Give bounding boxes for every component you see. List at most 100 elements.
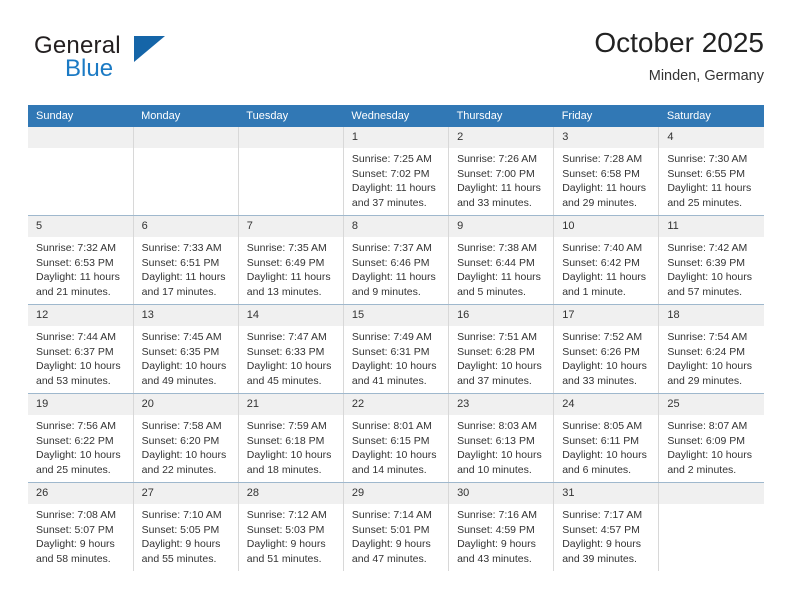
- calendar-day-cell[interactable]: 12 Sunrise: 7:44 AM Sunset: 6:37 PM Dayl…: [28, 304, 134, 394]
- day-number: 27: [133, 483, 238, 504]
- calendar-day-cell[interactable]: 20 Sunrise: 7:58 AM Sunset: 6:20 PM Dayl…: [133, 393, 239, 483]
- calendar-day-cell[interactable]: 8 Sunrise: 7:37 AM Sunset: 6:46 PM Dayli…: [343, 215, 450, 305]
- day-details: Sunrise: 7:33 AM Sunset: 6:51 PM Dayligh…: [134, 237, 238, 299]
- calendar-day-cell[interactable]: 1 Sunrise: 7:25 AM Sunset: 7:02 PM Dayli…: [343, 127, 450, 216]
- sunrise-text: Sunrise: 7:58 AM: [141, 420, 222, 432]
- daylight-text-line2: and 22 minutes.: [141, 463, 217, 476]
- daylight-text-line1: Daylight: 10 hours: [246, 449, 332, 462]
- sunset-text: Sunset: 4:59 PM: [457, 523, 535, 536]
- daylight-text-line2: and 18 minutes.: [246, 463, 322, 476]
- logo-text-blue: Blue: [65, 55, 114, 82]
- sunset-text: Sunset: 6:31 PM: [351, 345, 430, 358]
- daylight-text-line2: and 33 minutes.: [457, 196, 532, 209]
- sunset-text: Sunset: 7:00 PM: [457, 167, 535, 180]
- daylight-text-line1: Daylight: 11 hours: [36, 271, 120, 284]
- day-number: [28, 127, 133, 148]
- calendar-day-cell[interactable]: 10 Sunrise: 7:40 AM Sunset: 6:42 PM Dayl…: [553, 215, 660, 305]
- sunrise-text: Sunrise: 7:32 AM: [36, 242, 116, 254]
- daylight-text-line1: Daylight: 11 hours: [351, 271, 436, 284]
- calendar-day-cell[interactable]: [133, 127, 239, 216]
- day-number: 21: [238, 394, 343, 415]
- sunrise-text: Sunrise: 7:17 AM: [562, 509, 643, 521]
- calendar-day-cell[interactable]: 6 Sunrise: 7:33 AM Sunset: 6:51 PM Dayli…: [133, 215, 239, 305]
- daylight-text-line2: and 10 minutes.: [457, 463, 532, 476]
- daylight-text-line2: and 6 minutes.: [562, 463, 632, 476]
- sunrise-text: Sunrise: 7:12 AM: [246, 509, 327, 521]
- calendar-week-row: 5 Sunrise: 7:32 AM Sunset: 6:53 PM Dayli…: [28, 215, 764, 305]
- calendar-day-cell[interactable]: 16 Sunrise: 7:51 AM Sunset: 6:28 PM Dayl…: [448, 304, 555, 394]
- sunrise-text: Sunrise: 7:56 AM: [36, 420, 116, 432]
- sunset-text: Sunset: 6:44 PM: [457, 256, 535, 269]
- calendar-day-cell[interactable]: 5 Sunrise: 7:32 AM Sunset: 6:53 PM Dayli…: [28, 215, 134, 305]
- daylight-text-line2: and 41 minutes.: [351, 374, 427, 387]
- calendar-day-cell[interactable]: 2 Sunrise: 7:26 AM Sunset: 7:00 PM Dayli…: [448, 127, 555, 216]
- day-number: 14: [238, 305, 343, 326]
- day-number: 15: [343, 305, 449, 326]
- day-number: 28: [238, 483, 343, 504]
- calendar-day-cell[interactable]: 28 Sunrise: 7:12 AM Sunset: 5:03 PM Dayl…: [238, 482, 344, 571]
- calendar-day-cell[interactable]: 18 Sunrise: 7:54 AM Sunset: 6:24 PM Dayl…: [658, 304, 764, 394]
- day-details: Sunrise: 7:44 AM Sunset: 6:37 PM Dayligh…: [28, 326, 133, 388]
- calendar-day-cell[interactable]: 31 Sunrise: 7:17 AM Sunset: 4:57 PM Dayl…: [553, 482, 660, 571]
- day-details: Sunrise: 7:14 AM Sunset: 5:01 PM Dayligh…: [344, 504, 448, 566]
- calendar-day-cell[interactable]: 7 Sunrise: 7:35 AM Sunset: 6:49 PM Dayli…: [238, 215, 344, 305]
- day-number: 23: [449, 394, 554, 415]
- calendar-day-cell[interactable]: 14 Sunrise: 7:47 AM Sunset: 6:33 PM Dayl…: [238, 304, 344, 394]
- calendar-day-cell[interactable]: 25 Sunrise: 8:07 AM Sunset: 6:09 PM Dayl…: [658, 393, 764, 483]
- day-number: 1: [343, 127, 449, 148]
- sunset-text: Sunset: 5:01 PM: [351, 523, 430, 536]
- daylight-text-line2: and 39 minutes.: [562, 552, 637, 565]
- day-number: 18: [659, 305, 764, 326]
- sunrise-text: Sunrise: 7:35 AM: [246, 242, 327, 254]
- sunrise-text: Sunrise: 7:26 AM: [457, 153, 538, 165]
- daylight-text-line2: and 1 minute.: [562, 285, 626, 298]
- sunset-text: Sunset: 7:02 PM: [351, 167, 430, 180]
- calendar-week-row: 12 Sunrise: 7:44 AM Sunset: 6:37 PM Dayl…: [28, 304, 764, 394]
- sunset-text: Sunset: 6:09 PM: [667, 434, 745, 447]
- weekday-header-friday: Friday: [553, 105, 659, 127]
- calendar-day-cell[interactable]: 27 Sunrise: 7:10 AM Sunset: 5:05 PM Dayl…: [133, 482, 239, 571]
- calendar-day-cell[interactable]: 13 Sunrise: 7:45 AM Sunset: 6:35 PM Dayl…: [133, 304, 239, 394]
- calendar-day-cell[interactable]: 19 Sunrise: 7:56 AM Sunset: 6:22 PM Dayl…: [28, 393, 134, 483]
- sunset-text: Sunset: 6:37 PM: [36, 345, 114, 358]
- sunrise-text: Sunrise: 7:45 AM: [141, 331, 222, 343]
- calendar-day-cell[interactable]: 11 Sunrise: 7:42 AM Sunset: 6:39 PM Dayl…: [658, 215, 764, 305]
- calendar-day-cell[interactable]: 23 Sunrise: 8:03 AM Sunset: 6:13 PM Dayl…: [448, 393, 555, 483]
- calendar-day-cell[interactable]: 30 Sunrise: 7:16 AM Sunset: 4:59 PM Dayl…: [448, 482, 555, 571]
- weekday-header-monday: Monday: [133, 105, 239, 127]
- calendar-day-cell[interactable]: 17 Sunrise: 7:52 AM Sunset: 6:26 PM Dayl…: [553, 304, 660, 394]
- daylight-text-line2: and 5 minutes.: [457, 285, 526, 298]
- day-details: Sunrise: 7:28 AM Sunset: 6:58 PM Dayligh…: [554, 148, 658, 210]
- day-number: 25: [659, 394, 764, 415]
- calendar-day-cell[interactable]: 3 Sunrise: 7:28 AM Sunset: 6:58 PM Dayli…: [553, 127, 660, 216]
- sunset-text: Sunset: 6:46 PM: [351, 256, 430, 269]
- daylight-text-line2: and 45 minutes.: [246, 374, 322, 387]
- calendar-day-cell[interactable]: 4 Sunrise: 7:30 AM Sunset: 6:55 PM Dayli…: [658, 127, 764, 216]
- calendar-day-cell[interactable]: 24 Sunrise: 8:05 AM Sunset: 6:11 PM Dayl…: [553, 393, 660, 483]
- calendar-day-cell[interactable]: 15 Sunrise: 7:49 AM Sunset: 6:31 PM Dayl…: [343, 304, 450, 394]
- sunrise-text: Sunrise: 7:37 AM: [351, 242, 432, 254]
- calendar-day-cell[interactable]: 22 Sunrise: 8:01 AM Sunset: 6:15 PM Dayl…: [343, 393, 450, 483]
- calendar-day-cell[interactable]: [28, 127, 134, 216]
- sunset-text: Sunset: 5:07 PM: [36, 523, 114, 536]
- calendar-day-cell[interactable]: 26 Sunrise: 7:08 AM Sunset: 5:07 PM Dayl…: [28, 482, 134, 571]
- calendar-day-cell[interactable]: [658, 482, 764, 571]
- daylight-text-line1: Daylight: 10 hours: [141, 449, 227, 462]
- calendar-day-cell[interactable]: 9 Sunrise: 7:38 AM Sunset: 6:44 PM Dayli…: [448, 215, 555, 305]
- day-details: Sunrise: 7:47 AM Sunset: 6:33 PM Dayligh…: [239, 326, 343, 388]
- sunset-text: Sunset: 6:18 PM: [246, 434, 325, 447]
- day-number: 31: [554, 483, 659, 504]
- calendar-day-cell[interactable]: [238, 127, 344, 216]
- calendar-day-cell[interactable]: 21 Sunrise: 7:59 AM Sunset: 6:18 PM Dayl…: [238, 393, 344, 483]
- day-details: Sunrise: 7:49 AM Sunset: 6:31 PM Dayligh…: [344, 326, 448, 388]
- day-details: Sunrise: 7:58 AM Sunset: 6:20 PM Dayligh…: [134, 415, 238, 477]
- sunset-text: Sunset: 5:05 PM: [141, 523, 220, 536]
- day-details: Sunrise: 7:35 AM Sunset: 6:49 PM Dayligh…: [239, 237, 343, 299]
- sunrise-text: Sunrise: 7:33 AM: [141, 242, 222, 254]
- calendar-page: General Blue October 2025 Minden, German…: [0, 0, 792, 612]
- general-blue-logo[interactable]: General Blue: [34, 32, 214, 92]
- sunrise-text: Sunrise: 7:08 AM: [36, 509, 116, 521]
- daylight-text-line1: Daylight: 9 hours: [36, 538, 115, 551]
- sunrise-text: Sunrise: 8:05 AM: [562, 420, 643, 432]
- calendar-day-cell[interactable]: 29 Sunrise: 7:14 AM Sunset: 5:01 PM Dayl…: [343, 482, 450, 571]
